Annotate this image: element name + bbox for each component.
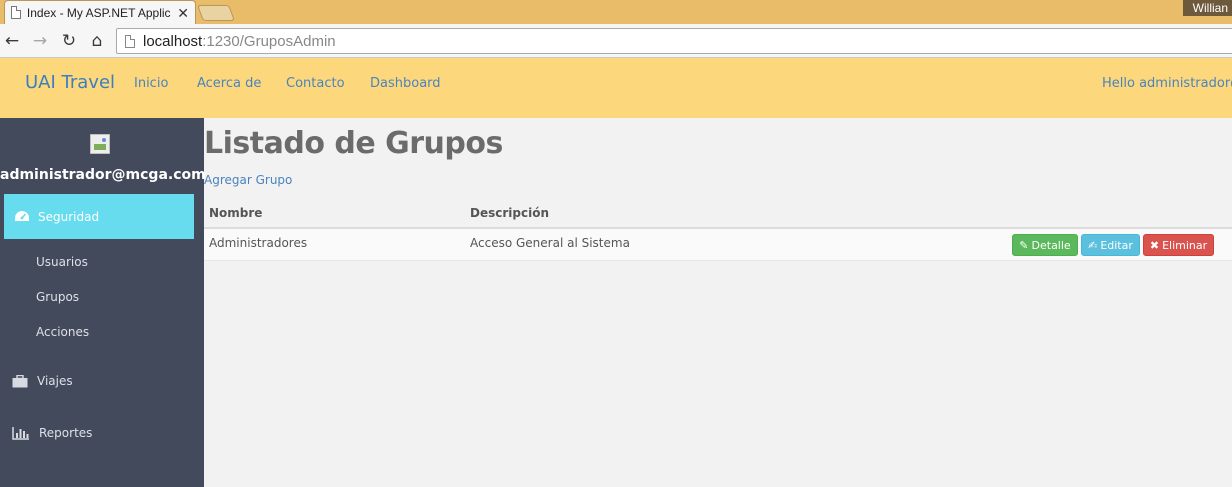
page-title: Listado de Grupos [204,126,503,161]
nav-link-contacto[interactable]: Contacto [286,76,345,91]
sidebar-subitem-usuarios[interactable]: Usuarios [36,255,88,269]
sidebar-subitem-acciones[interactable]: Acciones [36,325,89,339]
edit-button[interactable]: ✍ Editar [1081,234,1140,256]
column-header-nombre: Nombre [209,206,263,220]
browser-tab[interactable]: Index - My ASP.NET Applic ✕ [4,0,196,24]
cell-descripcion: Acceso General al Sistema [470,236,630,250]
delete-button-label: Eliminar [1162,238,1208,252]
sidebar-item-seguridad[interactable]: Seguridad [4,194,194,239]
sidebar-item-label: Viajes [37,374,73,388]
hello-user-link[interactable]: Hello administrador@ [1102,76,1232,91]
document-icon [11,6,21,19]
site-navbar: UAI Travel Inicio Acerca de Contacto Das… [0,58,1232,118]
brand-link[interactable]: UAI Travel [25,72,115,93]
sidebar-item-label: Reportes [39,426,93,440]
sidebar-item-reportes[interactable]: Reportes [12,426,92,440]
url-path: :1230/GruposAdmin [202,32,336,50]
edit-square-icon: ✍ [1088,238,1098,252]
column-header-descripcion: Descripción [470,206,549,220]
url-text: localhost:1230/GruposAdmin [143,33,336,50]
tab-title: Index - My ASP.NET Applic [26,5,171,20]
address-bar[interactable]: localhost:1230/GruposAdmin [116,28,1232,54]
page-icon [125,34,135,48]
back-button[interactable]: ← [1,30,23,52]
sidebar: administrador@mcga.com Seguridad Usuario… [0,118,206,487]
browser-toolbar: ← → ↻ ⌂ localhost:1230/GruposAdmin [0,24,1232,58]
nav-link-dashboard[interactable]: Dashboard [370,76,441,91]
nav-link-inicio[interactable]: Inicio [134,76,168,91]
add-group-link[interactable]: Agregar Grupo [204,173,292,187]
reload-button[interactable]: ↻ [58,30,80,52]
briefcase-icon [12,374,28,387]
arrow-left-icon: ← [4,31,20,51]
detail-button-label: Detalle [1031,238,1071,252]
detail-button[interactable]: ✎ Detalle [1012,234,1078,256]
delete-button[interactable]: ✖ Eliminar [1143,234,1214,256]
home-icon: ⌂ [91,31,103,51]
sidebar-item-viajes[interactable]: Viajes [12,374,73,388]
nav-link-acerca-de[interactable]: Acerca de [197,76,261,91]
table-header: Nombre Descripción [204,200,1232,229]
tab-close-icon[interactable]: ✕ [177,6,189,20]
groups-table: Nombre Descripción Administradores Acces… [204,200,1232,261]
edit-button-label: Editar [1100,238,1133,252]
bar-chart-icon [12,426,29,440]
url-host: localhost [143,32,203,50]
arrow-right-icon: → [32,31,48,51]
avatar [90,134,110,154]
cell-nombre: Administradores [209,236,308,250]
sidebar-item-label: Seguridad [38,209,100,224]
sidebar-subitem-grupos[interactable]: Grupos [36,290,79,304]
new-tab-button[interactable] [197,5,235,21]
browser-user-chip[interactable]: Willian [1182,0,1232,16]
dashboard-icon [15,211,29,221]
browser-tab-strip: Index - My ASP.NET Applic ✕ Willian [0,0,1232,24]
table-row: Administradores Acceso General al Sistem… [204,229,1232,261]
home-button[interactable]: ⌂ [86,30,108,52]
close-icon: ✖ [1149,238,1160,252]
pencil-icon: ✎ [1019,238,1029,252]
forward-button[interactable]: → [29,30,51,52]
sidebar-username: administrador@mcga.com [0,167,206,183]
reload-icon: ↻ [61,31,77,51]
